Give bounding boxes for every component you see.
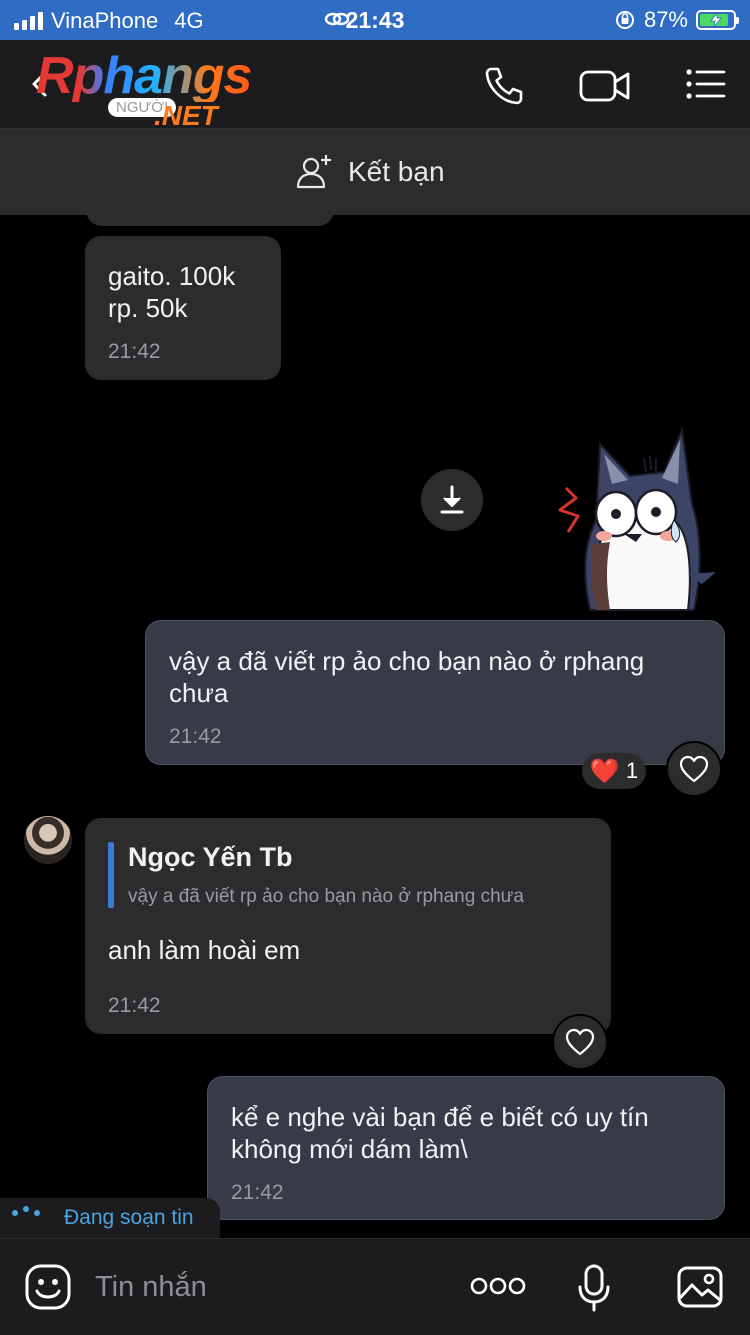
quote-bar bbox=[108, 842, 114, 908]
message-text: gaito. 100k rp. 50k bbox=[108, 260, 235, 324]
message-time: 21:42 bbox=[108, 994, 161, 1017]
status-right: 87% bbox=[614, 7, 739, 33]
heart-reaction-icon: ❤️ bbox=[589, 757, 620, 785]
status-bar: VinaPhone 4G 21:43 87% bbox=[0, 0, 750, 40]
react-button[interactable] bbox=[552, 1014, 608, 1070]
message-time: 21:42 bbox=[169, 725, 222, 748]
message-input-bar: Tin nhắn bbox=[0, 1238, 750, 1335]
reaction-badge[interactable]: ❤️ 1 bbox=[582, 753, 646, 789]
message-bubble-incoming[interactable]: gaito. 100k rp. 50k 21:42 bbox=[85, 236, 281, 380]
quote-text: vậy a đã viết rp ảo cho bạn nào ở rphang… bbox=[128, 886, 524, 907]
add-friend-icon bbox=[296, 155, 331, 189]
charging-bolt-icon bbox=[710, 13, 722, 27]
message-time: 21:42 bbox=[108, 340, 161, 363]
message-text: vậy a đã viết rp ảo cho bạn nào ở rphang… bbox=[169, 646, 645, 708]
phone-icon[interactable] bbox=[482, 64, 526, 108]
logo-main-text: Rphangs bbox=[36, 47, 252, 105]
typing-indicator: Đang soạn tin bbox=[0, 1198, 220, 1238]
video-call-icon[interactable] bbox=[578, 64, 632, 108]
chat-header: Rphangs NGƯỜI .NET bbox=[0, 40, 750, 130]
menu-list-icon[interactable] bbox=[684, 64, 728, 108]
typing-label: Đang soạn tin bbox=[64, 1206, 194, 1229]
message-text: kể e nghe vài bạn để e biết có uy tín kh… bbox=[231, 1102, 649, 1164]
heart-outline-icon bbox=[565, 1028, 595, 1056]
download-icon bbox=[440, 485, 464, 514]
orientation-lock-icon bbox=[615, 11, 634, 29]
message-bubble-outgoing[interactable]: vậy a đã viết rp ảo cho bạn nào ở rphang… bbox=[145, 620, 725, 765]
message-line: gaito. 100k bbox=[108, 261, 236, 291]
download-button[interactable] bbox=[421, 469, 483, 531]
more-options-icon[interactable] bbox=[470, 1277, 526, 1295]
typing-dots-icon bbox=[12, 1206, 40, 1216]
message-bubble-partial bbox=[86, 190, 334, 226]
message-input[interactable]: Tin nhắn bbox=[95, 1271, 207, 1304]
add-friend-label: Kết bạn bbox=[348, 156, 445, 187]
logo-suffix: .NET bbox=[154, 100, 218, 131]
message-line: rp. 50k bbox=[108, 293, 188, 323]
watermark-logo: Rphangs NGƯỜI .NET bbox=[36, 48, 262, 130]
message-bubble-outgoing[interactable]: kể e nghe vài bạn để e biết có uy tín kh… bbox=[207, 1076, 725, 1220]
quote-author: Ngọc Yến Tb bbox=[128, 842, 293, 872]
emoji-icon[interactable] bbox=[24, 1263, 72, 1311]
message-time: 21:42 bbox=[231, 1181, 284, 1204]
add-friend-button[interactable]: Kết bạn bbox=[296, 153, 445, 191]
microphone-icon[interactable] bbox=[576, 1263, 612, 1313]
shocked-fox-sticker[interactable] bbox=[552, 424, 720, 612]
message-text: anh làm hoài em bbox=[108, 935, 301, 965]
reaction-count: 1 bbox=[625, 758, 639, 783]
battery-icon bbox=[696, 10, 739, 30]
battery-percent: 87% bbox=[643, 7, 688, 32]
message-bubble-incoming-reply[interactable]: Ngọc Yến Tb vậy a đã viết rp ảo cho bạn … bbox=[85, 818, 611, 1034]
heart-outline-icon bbox=[679, 755, 709, 783]
image-icon[interactable] bbox=[676, 1265, 724, 1309]
react-button[interactable] bbox=[666, 741, 722, 797]
avatar[interactable] bbox=[24, 816, 72, 864]
